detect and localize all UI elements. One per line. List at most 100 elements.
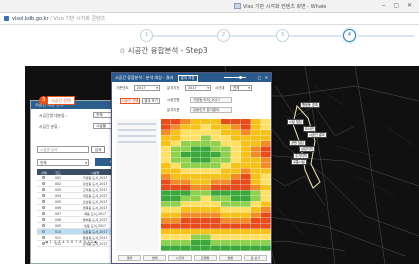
- heatmap-cell[interactable]: [191, 135, 201, 141]
- heatmap-cell[interactable]: [241, 240, 251, 246]
- heatmap-cell[interactable]: [181, 141, 191, 147]
- heatmap-cell[interactable]: [221, 223, 231, 229]
- heatmap-cell[interactable]: [211, 163, 221, 169]
- heatmap-cell[interactable]: [261, 190, 271, 196]
- heatmap-cell[interactable]: [191, 130, 201, 136]
- heatmap-cell[interactable]: [221, 141, 231, 147]
- heatmap-cell[interactable]: [251, 146, 261, 152]
- heatmap-cell[interactable]: [161, 245, 171, 251]
- heatmap-cell[interactable]: [211, 218, 221, 224]
- heatmap-cell[interactable]: [161, 135, 171, 141]
- heatmap-cell[interactable]: [221, 201, 231, 207]
- heatmap-cell[interactable]: [241, 201, 251, 207]
- heatmap-cell[interactable]: [171, 190, 181, 196]
- heatmap-cell[interactable]: [161, 179, 171, 185]
- tab-legend[interactable]: 범례: [143, 255, 167, 261]
- heatmap-cell[interactable]: [211, 157, 221, 163]
- heatmap-cell[interactable]: [211, 196, 221, 202]
- heatmap-cell[interactable]: [261, 234, 271, 240]
- heatmap-cell[interactable]: [161, 207, 171, 213]
- heatmap-cell[interactable]: [251, 212, 261, 218]
- heatmap-cell[interactable]: [231, 190, 241, 196]
- heatmap-cell[interactable]: [251, 119, 261, 125]
- heatmap-cell[interactable]: [231, 152, 241, 158]
- heatmap-cell[interactable]: [191, 190, 201, 196]
- heatmap-cell[interactable]: [261, 174, 271, 180]
- heatmap-cell[interactable]: [261, 223, 271, 229]
- heatmap-cell[interactable]: [161, 163, 171, 169]
- heatmap-cell[interactable]: [231, 168, 241, 174]
- heatmap-cell[interactable]: [261, 201, 271, 207]
- heatmap-cell[interactable]: [251, 157, 261, 163]
- heatmap-cell[interactable]: [191, 185, 201, 191]
- save-result-button[interactable]: 결과 저장: [177, 75, 198, 82]
- heatmap-cell[interactable]: [181, 168, 191, 174]
- heatmap-cell[interactable]: [241, 223, 251, 229]
- heatmap-cell[interactable]: [201, 130, 211, 136]
- heatmap-cell[interactable]: [181, 119, 191, 125]
- heatmap-cell[interactable]: [251, 201, 261, 207]
- heatmap-cell[interactable]: [241, 146, 251, 152]
- heatmap-cell[interactable]: [201, 163, 211, 169]
- heatmap-cell[interactable]: [181, 190, 191, 196]
- heatmap-cell[interactable]: [181, 124, 191, 130]
- heatmap-cell[interactable]: [171, 185, 181, 191]
- view-result-button[interactable]: 결과 보기: [142, 98, 160, 104]
- heatmap-cell[interactable]: [181, 196, 191, 202]
- heatmap-cell[interactable]: [241, 196, 251, 202]
- heatmap-cell[interactable]: [181, 163, 191, 169]
- heatmap-cell[interactable]: [231, 141, 241, 147]
- heatmap-cell[interactable]: [201, 218, 211, 224]
- heatmap-cell[interactable]: [161, 130, 171, 136]
- heatmap-cell[interactable]: [181, 240, 191, 246]
- heatmap-cell[interactable]: [231, 212, 241, 218]
- heatmap-cell[interactable]: [251, 174, 261, 180]
- heatmap-cell[interactable]: [171, 240, 181, 246]
- heatmap-cell[interactable]: [191, 141, 201, 147]
- search-button[interactable]: 검색: [91, 146, 105, 153]
- heatmap-cell[interactable]: [231, 157, 241, 163]
- heatmap-cell[interactable]: [231, 163, 241, 169]
- heatmap-cell[interactable]: [221, 174, 231, 180]
- heatmap-cell[interactable]: [221, 240, 231, 246]
- heatmap-cell[interactable]: [171, 196, 181, 202]
- opacity-slider[interactable]: [224, 76, 246, 79]
- heatmap-cell[interactable]: [191, 146, 201, 152]
- heatmap-cell[interactable]: [251, 240, 261, 246]
- address-bar[interactable]: visol.kdb.go.kr / Viso 기반 시각화 콘텐츠: [0, 13, 419, 25]
- heatmap-cell[interactable]: [251, 190, 261, 196]
- heatmap-cell[interactable]: [241, 130, 251, 136]
- heatmap-cell[interactable]: [251, 124, 261, 130]
- heatmap-cell[interactable]: [231, 218, 241, 224]
- heatmap-cell[interactable]: [251, 185, 261, 191]
- heatmap-cell[interactable]: [181, 174, 191, 180]
- row-radio[interactable]: [42, 229, 46, 233]
- heatmap-cell[interactable]: [251, 207, 261, 213]
- heatmap-cell[interactable]: [261, 207, 271, 213]
- heatmap-cell[interactable]: [161, 119, 171, 125]
- period-select[interactable]: 2017: [185, 85, 211, 91]
- heatmap-cell[interactable]: [221, 185, 231, 191]
- heatmap-cell[interactable]: [171, 234, 181, 240]
- heatmap-cell[interactable]: [231, 207, 241, 213]
- heatmap-cell[interactable]: [191, 223, 201, 229]
- heatmap-cell[interactable]: [161, 229, 171, 235]
- heatmap-cell[interactable]: [251, 196, 261, 202]
- row-radio[interactable]: [42, 181, 46, 185]
- heatmap-cell[interactable]: [241, 168, 251, 174]
- heatmap-cell[interactable]: [221, 168, 231, 174]
- heatmap-cell[interactable]: [171, 168, 181, 174]
- heatmap-cell[interactable]: [201, 240, 211, 246]
- row-radio[interactable]: [42, 187, 46, 191]
- heatmap-cell[interactable]: [201, 234, 211, 240]
- heatmap-cell[interactable]: [161, 124, 171, 130]
- heatmap-cell[interactable]: [191, 174, 201, 180]
- heatmap-cell[interactable]: [241, 135, 251, 141]
- step-2[interactable]: 2: [217, 29, 230, 42]
- tab-result[interactable]: 결과: [118, 255, 142, 261]
- heatmap-cell[interactable]: [201, 185, 211, 191]
- heatmap-cell[interactable]: [251, 135, 261, 141]
- heatmap-cell[interactable]: [261, 168, 271, 174]
- heatmap-cell[interactable]: [251, 141, 261, 147]
- heatmap-cell[interactable]: [221, 229, 231, 235]
